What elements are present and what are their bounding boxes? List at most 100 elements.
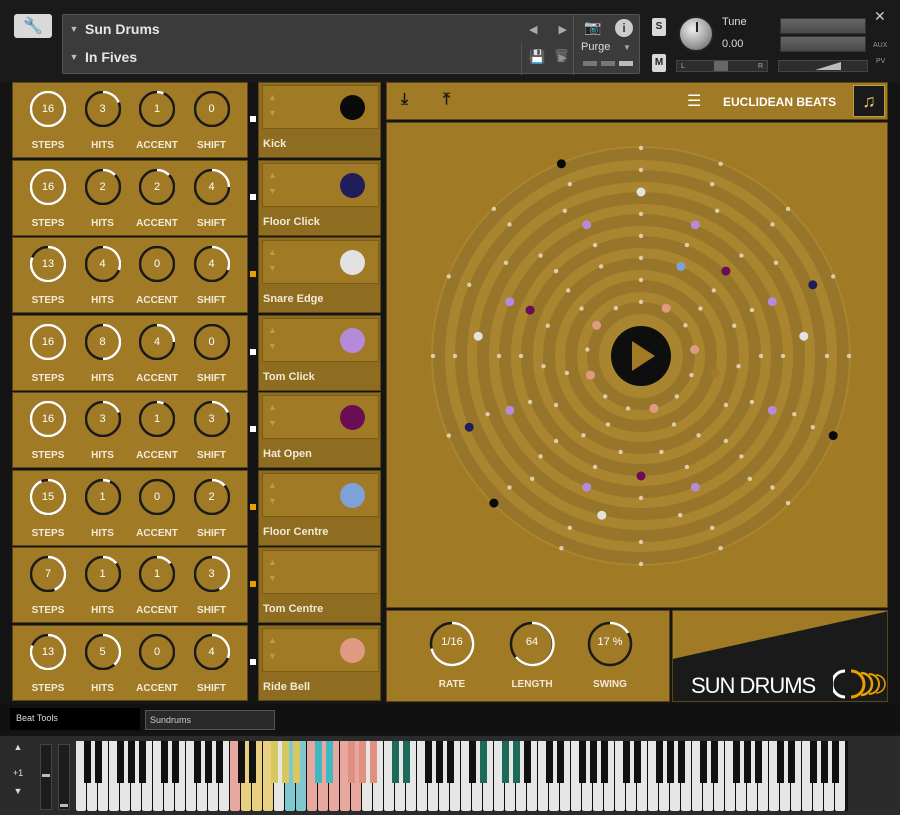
purge-menu[interactable]: Purge — [581, 41, 610, 53]
steps-knob[interactable]: 13 STEPS — [23, 238, 73, 314]
steps-knob[interactable]: 16 STEPS — [23, 83, 73, 159]
steps-knob[interactable]: 13 STEPS — [23, 626, 73, 702]
piano-black-key[interactable] — [237, 741, 245, 783]
piano-black-key[interactable] — [314, 741, 322, 783]
piano-black-key[interactable] — [248, 741, 256, 783]
solo-button[interactable]: S — [652, 18, 666, 36]
hits-knob[interactable]: 3 HITS — [78, 393, 128, 469]
steps-knob[interactable]: 15 STEPS — [23, 471, 73, 547]
sample-arrows-icon[interactable]: ▲ ▼ — [268, 244, 277, 276]
sample-selector[interactable]: ▲ ▼ — [262, 240, 379, 284]
trash-icon[interactable]: 🗑 — [553, 48, 570, 64]
hits-knob[interactable]: 4 HITS — [78, 238, 128, 314]
mute-button[interactable]: M — [652, 54, 666, 72]
piano-black-key[interactable] — [501, 741, 509, 783]
hits-knob[interactable]: 3 HITS — [78, 83, 128, 159]
sample-selector[interactable]: ▲ ▼ — [262, 627, 379, 672]
sample-selector[interactable]: ▲ ▼ — [262, 395, 379, 439]
piano-black-key[interactable] — [677, 741, 685, 783]
chevron-down-icon[interactable]: ▼ — [63, 52, 85, 62]
piano-black-key[interactable] — [699, 741, 707, 783]
camera-icon[interactable]: 📷 — [581, 19, 605, 39]
sample-arrows-icon[interactable]: ▲ ▼ — [268, 632, 277, 664]
sample-pad[interactable]: ▲ ▼ Floor Click — [258, 159, 381, 236]
pan-handle[interactable] — [714, 61, 729, 71]
piano-black-key[interactable] — [545, 741, 553, 783]
steps-knob[interactable]: 7 STEPS — [23, 548, 73, 624]
piano-black-key[interactable] — [369, 741, 377, 783]
piano-black-key[interactable] — [127, 741, 135, 783]
chevron-down-icon[interactable]: ▼ — [623, 43, 631, 52]
piano-black-key[interactable] — [787, 741, 795, 783]
sample-selector[interactable]: ▲ ▼ — [262, 85, 379, 129]
piano-black-key[interactable] — [171, 741, 179, 783]
piano-black-key[interactable] — [479, 741, 487, 783]
piano-black-key[interactable] — [292, 741, 300, 783]
tab-sundrums[interactable]: Sundrums — [145, 710, 275, 730]
sample-arrows-icon[interactable]: ▲ ▼ — [268, 89, 277, 121]
piano-black-key[interactable] — [655, 741, 663, 783]
hits-knob[interactable]: 8 HITS — [78, 316, 128, 392]
pan-slider[interactable]: L R — [676, 60, 768, 72]
length-knob[interactable]: 64 LENGTH — [507, 619, 557, 699]
sample-arrows-icon[interactable]: ▲ ▼ — [268, 399, 277, 431]
sample-selector[interactable]: ▲ ▼ — [262, 550, 379, 594]
upload-icon[interactable]: ⤒ — [443, 91, 450, 109]
piano-black-key[interactable] — [710, 741, 718, 783]
hits-knob[interactable]: 1 HITS — [78, 471, 128, 547]
prev-instrument-icon[interactable]: ◀ — [529, 23, 537, 36]
accent-knob[interactable]: 2 ACCENT — [132, 161, 182, 237]
wrench-icon[interactable]: 🔧 — [14, 14, 52, 38]
info-icon[interactable]: i — [615, 19, 633, 37]
accent-knob[interactable]: 4 ACCENT — [132, 316, 182, 392]
download-icon[interactable]: ⤓ — [401, 91, 408, 109]
close-icon[interactable]: ✕ — [874, 8, 886, 25]
piano-black-key[interactable] — [523, 741, 531, 783]
sample-arrows-icon[interactable]: ▲ ▼ — [268, 322, 277, 354]
steps-knob[interactable]: 16 STEPS — [23, 393, 73, 469]
next-instrument-icon[interactable]: ▶ — [559, 23, 567, 36]
piano-black-key[interactable] — [809, 741, 817, 783]
shift-knob[interactable]: 2 SHIFT — [187, 471, 237, 547]
piano-black-key[interactable] — [358, 741, 366, 783]
hits-knob[interactable]: 2 HITS — [78, 161, 128, 237]
piano-black-key[interactable] — [468, 741, 476, 783]
shift-knob[interactable]: 3 SHIFT — [187, 393, 237, 469]
sample-pad[interactable]: ▲ ▼ Tom Centre — [258, 547, 381, 623]
piano-black-key[interactable] — [589, 741, 597, 783]
piano-black-key[interactable] — [732, 741, 740, 783]
shift-knob[interactable]: 4 SHIFT — [187, 161, 237, 237]
piano-black-key[interactable] — [831, 741, 839, 783]
octave-down-icon[interactable]: ▼ — [8, 784, 28, 798]
sample-pad[interactable]: ▲ ▼ Tom Click — [258, 314, 381, 391]
piano-keyboard[interactable] — [76, 741, 848, 811]
piano-black-key[interactable] — [446, 741, 454, 783]
piano-black-key[interactable] — [743, 741, 751, 783]
piano-black-key[interactable] — [325, 741, 333, 783]
sample-arrows-icon[interactable]: ▲ ▼ — [268, 167, 277, 199]
piano-black-key[interactable] — [633, 741, 641, 783]
sample-pad[interactable]: ▲ ▼ Hat Open — [258, 392, 381, 468]
sample-pad[interactable]: ▲ ▼ Ride Bell — [258, 624, 381, 701]
steps-knob[interactable]: 16 STEPS — [23, 316, 73, 392]
piano-black-key[interactable] — [281, 741, 289, 783]
accent-knob[interactable]: 1 ACCENT — [132, 83, 182, 159]
piano-black-key[interactable] — [160, 741, 168, 783]
swing-knob[interactable]: 17 % SWING — [585, 619, 635, 699]
shift-knob[interactable]: 0 SHIFT — [187, 83, 237, 159]
accent-knob[interactable]: 1 ACCENT — [132, 548, 182, 624]
piano-black-key[interactable] — [138, 741, 146, 783]
pitch-wheel[interactable] — [40, 744, 52, 810]
piano-black-key[interactable] — [347, 741, 355, 783]
piano-black-key[interactable] — [83, 741, 91, 783]
piano-black-key[interactable] — [215, 741, 223, 783]
rate-knob[interactable]: 1/16 RATE — [427, 619, 477, 699]
piano-black-key[interactable] — [556, 741, 564, 783]
pv-label[interactable]: PV — [876, 58, 885, 65]
piano-black-key[interactable] — [820, 741, 828, 783]
piano-black-key[interactable] — [391, 741, 399, 783]
piano-black-key[interactable] — [193, 741, 201, 783]
mod-wheel[interactable] — [58, 744, 70, 810]
music-note-icon[interactable]: ♫ — [853, 85, 885, 117]
piano-black-key[interactable] — [116, 741, 124, 783]
